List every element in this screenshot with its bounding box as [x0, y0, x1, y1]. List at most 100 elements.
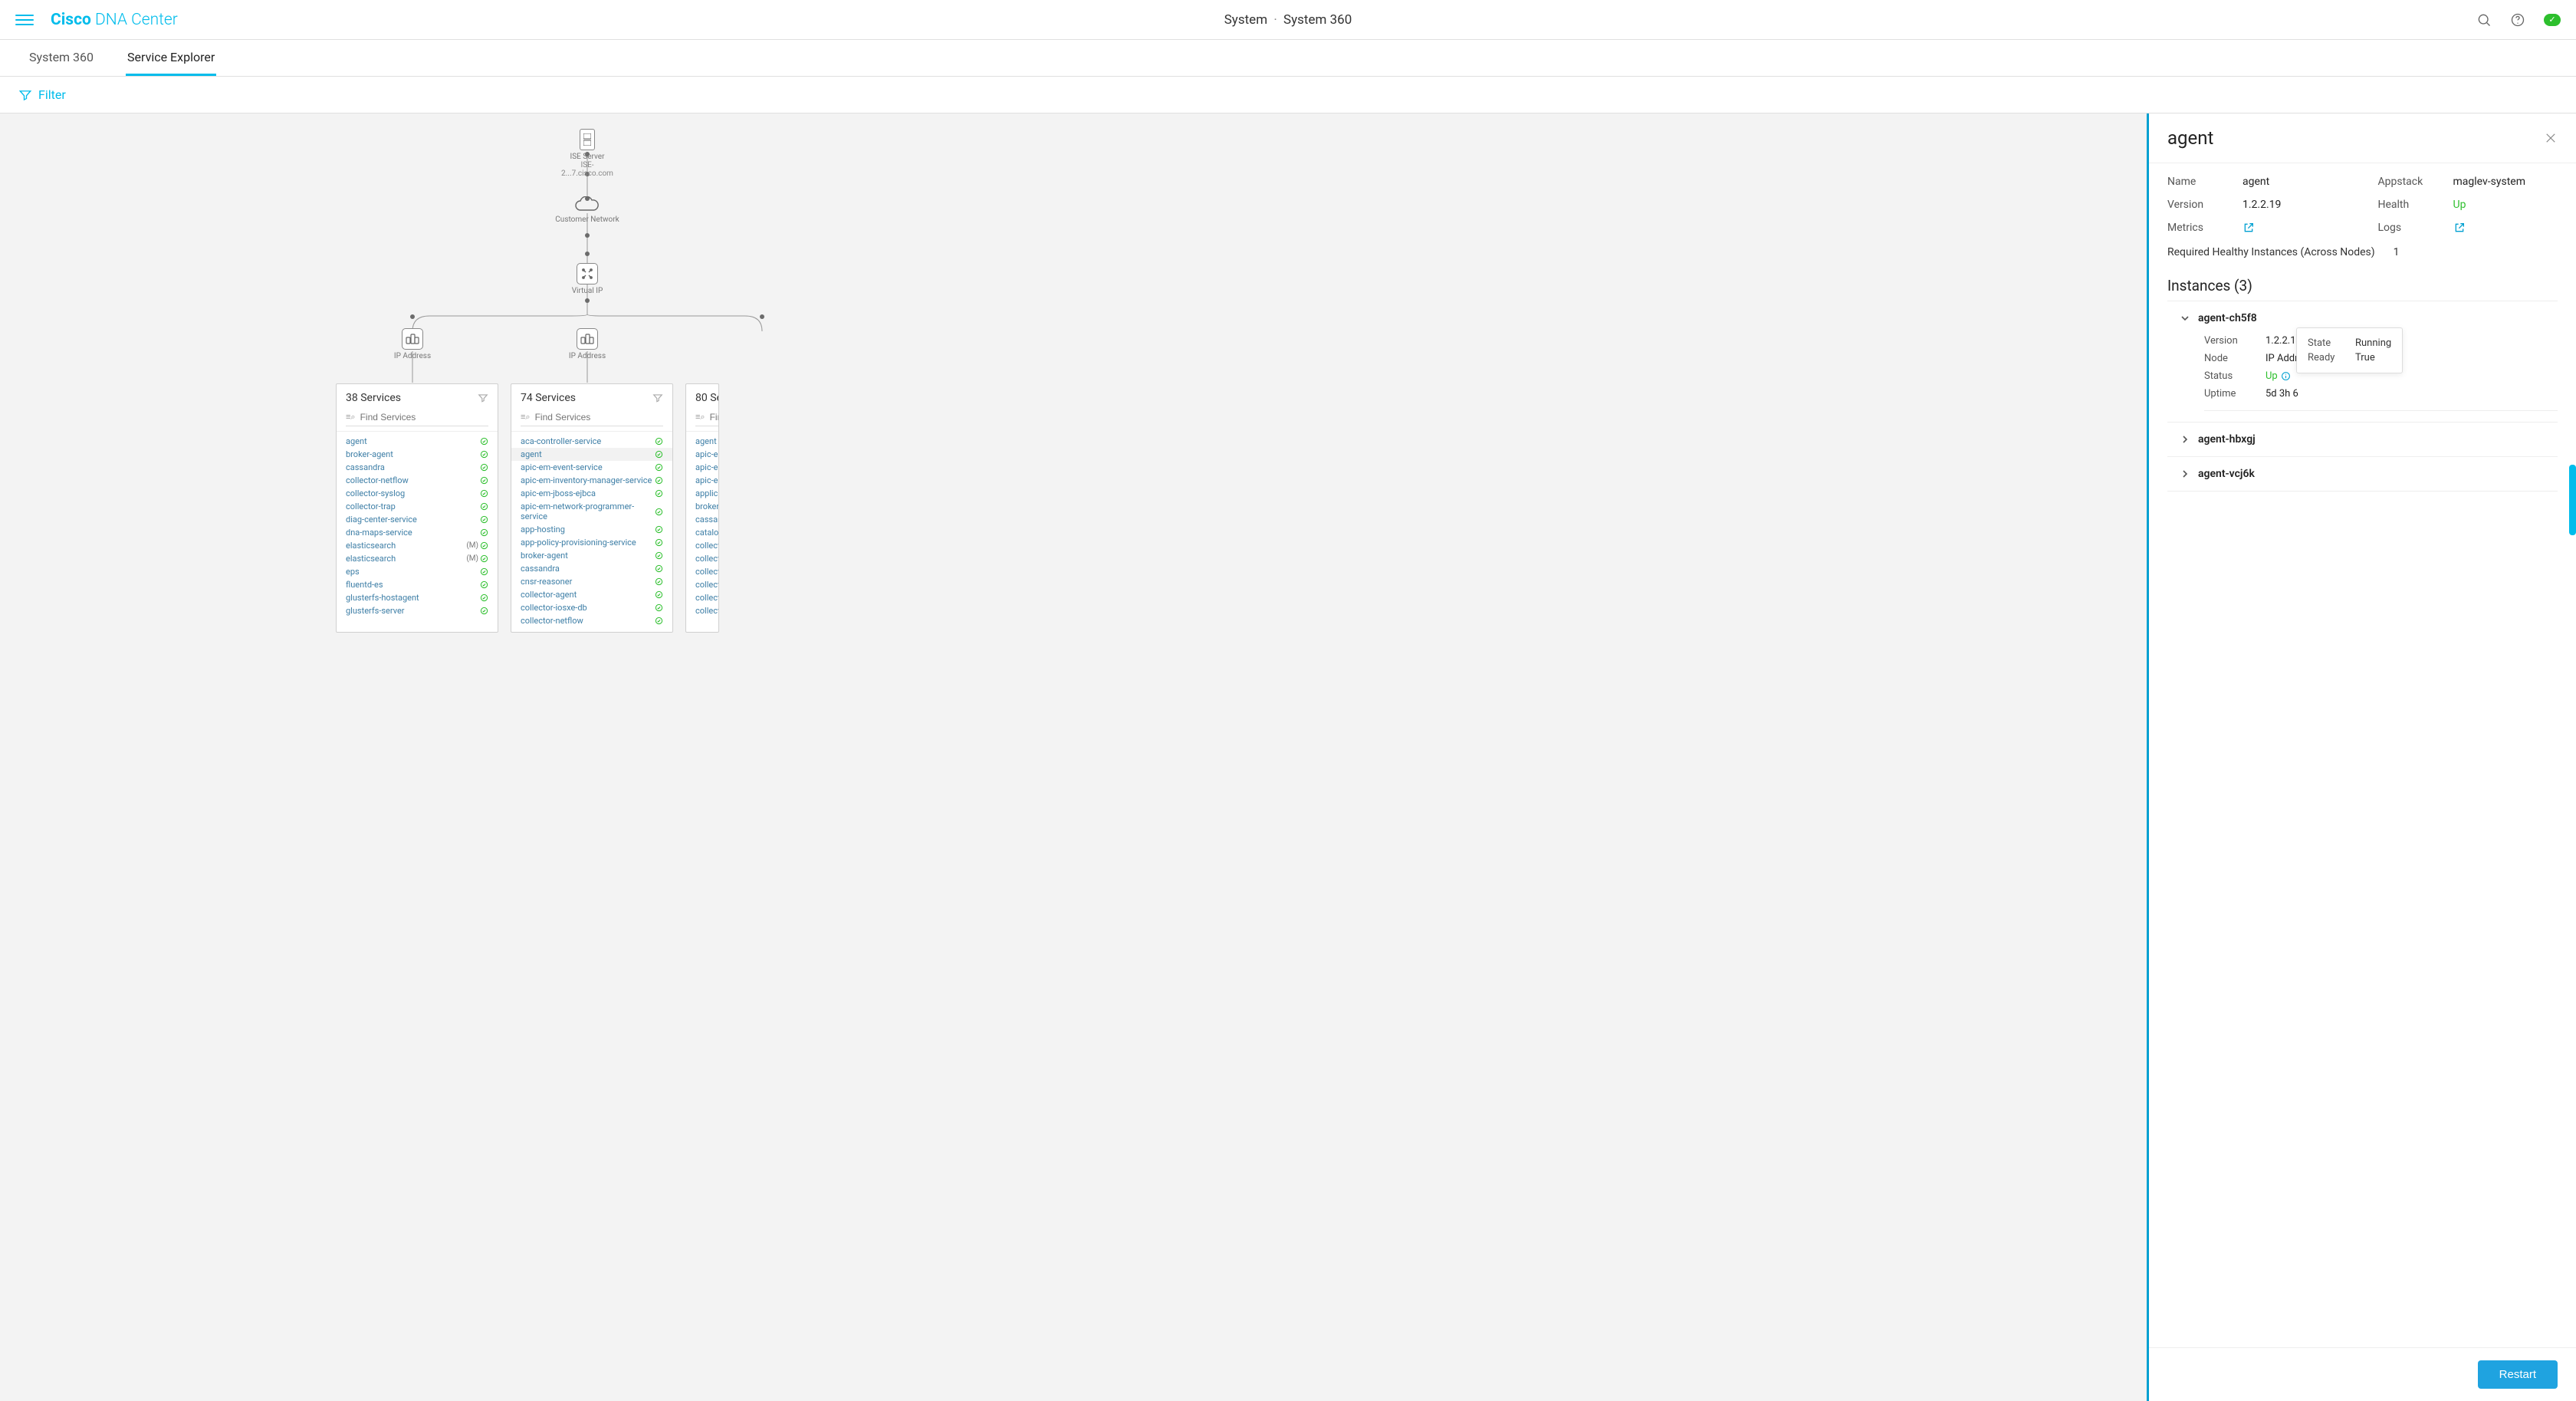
- breadcrumb-area: System: [1224, 12, 1267, 28]
- service-row[interactable]: collector-: [686, 604, 719, 617]
- tab-system-360[interactable]: System 360: [28, 50, 95, 76]
- label-node: Node: [2204, 353, 2250, 364]
- node-label: IP Address: [566, 352, 609, 360]
- service-row[interactable]: applicati: [686, 487, 719, 500]
- service-row[interactable]: dna-maps-service: [337, 526, 498, 539]
- service-name: apic-em-jboss-ejbca: [521, 488, 596, 498]
- service-row[interactable]: broker-agent: [511, 549, 672, 562]
- close-icon[interactable]: [2544, 131, 2558, 145]
- logs-link[interactable]: [2453, 222, 2466, 234]
- service-row[interactable]: cnsr-reasoner: [511, 575, 672, 588]
- card-title: 38 Services: [346, 392, 401, 404]
- service-row[interactable]: collector-trap: [337, 500, 498, 513]
- brand[interactable]: Cisco DNA Center: [51, 11, 178, 29]
- help-icon[interactable]: [2510, 12, 2525, 28]
- node-label: Customer Network: [549, 215, 626, 224]
- service-row[interactable]: agent: [337, 435, 498, 448]
- node-customer-network[interactable]: Customer Network: [549, 196, 626, 224]
- service-row[interactable]: apic-em-jboss-ejbca: [511, 487, 672, 500]
- service-row[interactable]: elasticsearch(M): [337, 552, 498, 565]
- topology-dot: [760, 314, 764, 319]
- tab-service-explorer[interactable]: Service Explorer: [126, 50, 216, 76]
- value-appstack: maglev-system: [2453, 176, 2526, 188]
- service-row[interactable]: cassandra: [511, 562, 672, 575]
- service-list[interactable]: aca-controller-service agentapic-em-event…: [511, 432, 672, 632]
- service-row[interactable]: apic-em-: [686, 474, 719, 487]
- service-row[interactable]: collector-netflow: [511, 614, 672, 627]
- service-list[interactable]: agentapic-em-apic-em-apic-em-applicatibr…: [686, 432, 719, 622]
- service-row[interactable]: glusterfs-hostagent: [337, 591, 498, 604]
- service-row[interactable]: diag-center-service: [337, 513, 498, 526]
- check-circle-icon: [480, 594, 488, 602]
- service-name: aca-controller-service: [521, 436, 601, 446]
- service-name: fluentd-es: [346, 580, 383, 590]
- instance-name: agent-hbxgj: [2198, 433, 2256, 446]
- metrics-link[interactable]: [2242, 222, 2255, 234]
- top-bar: Cisco DNA Center System · System 360: [0, 0, 2576, 40]
- service-row[interactable]: catalogs: [686, 526, 719, 539]
- service-row[interactable]: eps: [337, 565, 498, 578]
- service-row[interactable]: agent: [686, 435, 719, 448]
- hamburger-menu-button[interactable]: [15, 11, 34, 29]
- node-ise-server[interactable]: ISE Server ISE-2...7.cisco.com: [557, 129, 618, 178]
- service-row[interactable]: apic-em-: [686, 448, 719, 461]
- instance-toggle[interactable]: agent-ch5f8: [2181, 312, 2558, 324]
- service-row[interactable]: fluentd-es: [337, 578, 498, 591]
- service-row[interactable]: collector-agent: [511, 588, 672, 601]
- instance-toggle[interactable]: agent-vcj6k: [2181, 468, 2558, 480]
- scrollbar-thumb[interactable]: [2569, 465, 2576, 535]
- service-row[interactable]: app-hosting: [511, 523, 672, 536]
- filter-icon[interactable]: [652, 393, 663, 403]
- service-name: cassandra: [521, 564, 560, 574]
- search-icon[interactable]: [2476, 12, 2492, 28]
- service-row[interactable]: apic-em-network-programmer-service: [511, 500, 672, 523]
- check-circle-icon: [655, 489, 663, 498]
- service-row[interactable]: elasticsearch(M): [337, 539, 498, 552]
- service-row[interactable]: broker-agent: [337, 448, 498, 461]
- service-row[interactable]: apic-em-: [686, 461, 719, 474]
- service-row[interactable]: collector-: [686, 539, 719, 552]
- service-row[interactable]: broker-a: [686, 500, 719, 513]
- find-services-input[interactable]: [360, 412, 488, 423]
- node-virtual-ip[interactable]: Virtual IP: [567, 263, 607, 295]
- service-row[interactable]: collector-iosxe-db: [511, 601, 672, 614]
- service-row[interactable]: apic-em-inventory-manager-service: [511, 474, 672, 487]
- service-row[interactable]: collector-: [686, 565, 719, 578]
- service-row[interactable]: collector-: [686, 591, 719, 604]
- service-row[interactable]: collector-: [686, 552, 719, 565]
- service-row[interactable]: glusterfs-server: [337, 604, 498, 617]
- find-services-input[interactable]: [710, 412, 719, 423]
- node-sublabel: ISE-2...7.cisco.com: [557, 161, 618, 178]
- check-circle-icon: [480, 541, 488, 550]
- restart-button[interactable]: Restart: [2478, 1360, 2558, 1389]
- service-row[interactable]: app-policy-provisioning-service: [511, 536, 672, 549]
- cloud-status-icon[interactable]: [2544, 14, 2561, 26]
- label-name: Name: [2167, 176, 2221, 188]
- filter-icon[interactable]: [478, 393, 488, 403]
- service-row[interactable]: collector-syslog: [337, 487, 498, 500]
- service-name: collector-iosxe-db: [521, 603, 587, 613]
- instance-toggle[interactable]: agent-hbxgj: [2181, 433, 2558, 446]
- service-name: apic-em-: [695, 462, 719, 472]
- service-row[interactable]: apic-em-event-service: [511, 461, 672, 474]
- info-icon[interactable]: [2281, 371, 2291, 381]
- service-row[interactable]: collector-: [686, 578, 719, 591]
- value-uptime: 5d 3h 6: [2266, 388, 2298, 400]
- filter-button[interactable]: Filter: [38, 87, 66, 102]
- service-row[interactable]: aca-controller-service: [511, 435, 672, 448]
- node-ip-address[interactable]: IP Address: [566, 328, 609, 360]
- service-row[interactable]: cassandr: [686, 513, 719, 526]
- service-list[interactable]: agentbroker-agentcassandracollector-netf…: [337, 432, 498, 622]
- topology-dot: [585, 252, 590, 256]
- service-name: cnsr-reasoner: [521, 577, 572, 587]
- find-services-input[interactable]: [535, 412, 663, 423]
- service-cards: 38 Services ≡⌕ agentbroker-agentcassandr…: [336, 383, 719, 633]
- side-panel-footer: Restart: [2149, 1347, 2576, 1401]
- label-state: State: [2308, 337, 2341, 349]
- service-row[interactable]: collector-netflow: [337, 474, 498, 487]
- service-name: collector-: [695, 567, 719, 577]
- service-row[interactable]: agent: [511, 448, 672, 461]
- service-row[interactable]: cassandra: [337, 461, 498, 474]
- node-ip-address[interactable]: IP Address: [391, 328, 434, 360]
- service-name: broker-agent: [521, 551, 568, 561]
